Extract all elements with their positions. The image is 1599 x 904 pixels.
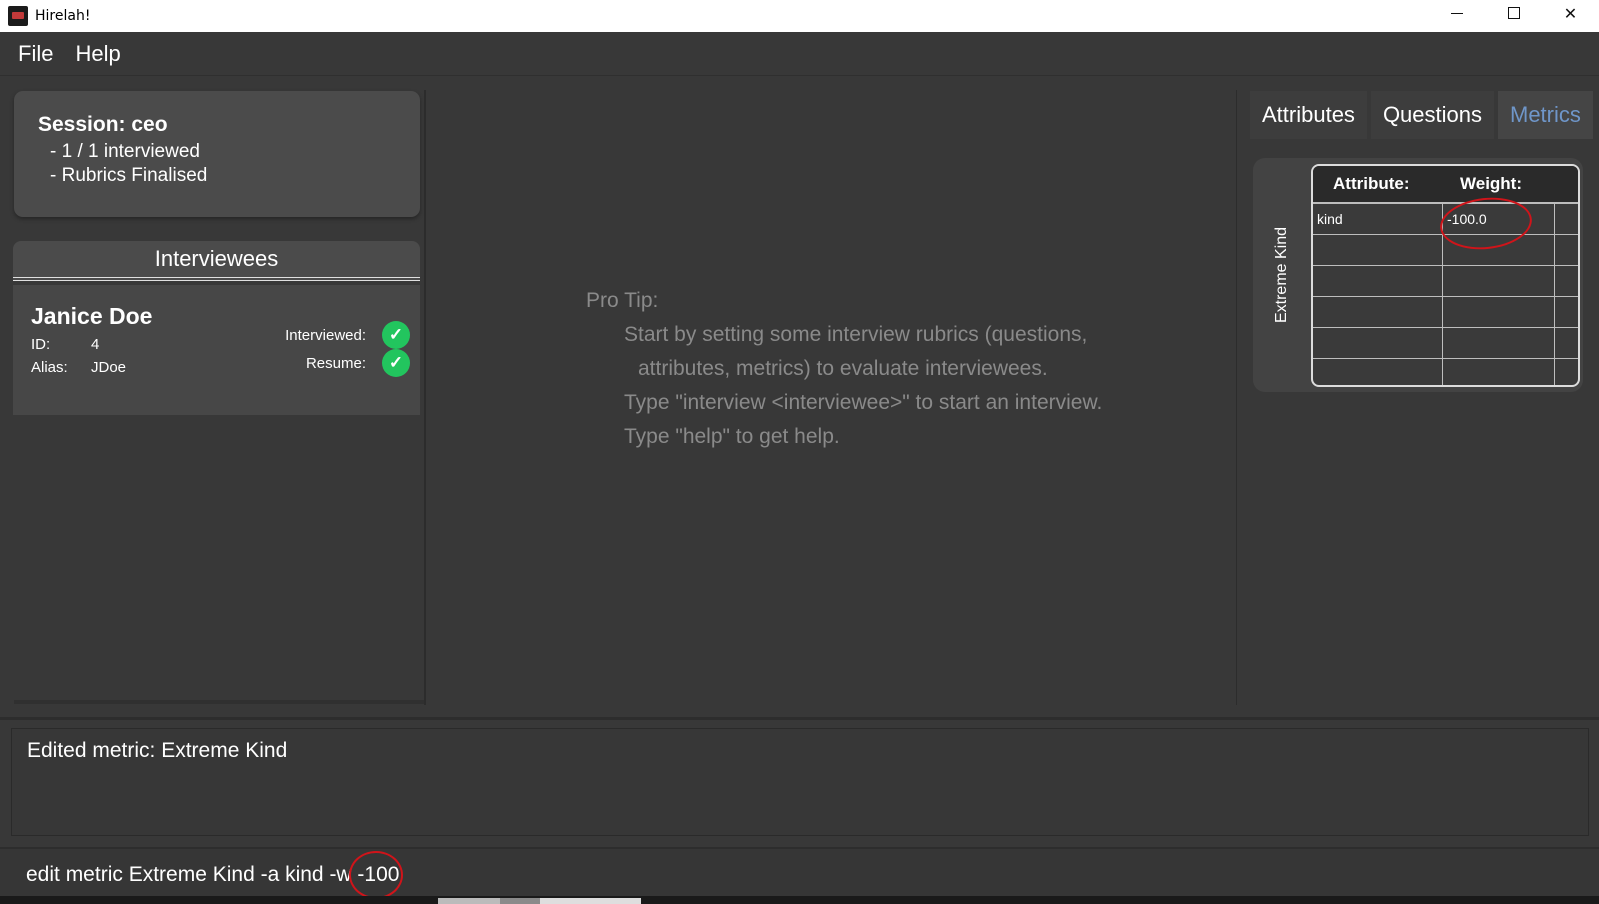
table-row [1313,297,1578,328]
interviewee-alias-label: Alias: [31,359,68,376]
interviewed-label: Interviewed: [285,326,366,344]
close-icon: ✕ [1563,3,1578,23]
minimize-button[interactable] [1428,0,1485,26]
table-row [1313,235,1578,266]
result-text: Edited metric: Extreme Kind [27,739,288,762]
interviewee-id: 4 [91,336,100,353]
tab-metrics[interactable]: Metrics [1498,91,1593,139]
app-icon [8,6,28,26]
window-title: Hirelah! [35,8,91,24]
taskbar-segment [438,898,500,904]
window-controls: ✕ [1428,0,1599,26]
menu-file[interactable]: File [18,41,53,67]
command-input[interactable] [26,863,1566,887]
resume-label: Resume: [305,354,366,372]
interviewee-id-label: ID: [31,336,51,353]
interviewee-alias: JDoe [91,359,127,376]
empty-cell [1313,266,1443,296]
metric-name-label: Extreme Kind [1264,158,1300,392]
interviewed-flag: Interviewed: ✓ [268,321,410,349]
tab-questions[interactable]: Questions [1370,91,1494,139]
maximize-icon [1507,7,1520,19]
close-button[interactable]: ✕ [1542,0,1599,26]
metric-name: Extreme Kind [1273,226,1291,324]
interviewee-card[interactable]: Janice Doe ID: 4 Alias: JDoe Interviewed… [13,285,420,415]
table-row [1313,328,1578,359]
session-title: Session: ceo [38,113,168,136]
left-pane-bottom-edge [14,700,424,704]
rubric-tabs: Attributes Questions Metrics [1250,91,1597,139]
maximize-button[interactable] [1485,0,1542,26]
command-annotation-circle [349,851,403,899]
taskbar-segment [540,898,641,904]
separator-line [0,717,1599,720]
interviewees-panel: Interviewees Janice Doe ID: 4 Alias: JDo… [13,241,420,705]
interviewees-header: Interviewees [13,241,420,281]
session-card: Session: ceo - 1 / 1 interviewed - Rubri… [14,91,420,217]
pro-tip-heading: Pro Tip: [586,289,659,312]
pro-tip: Pro Tip: Start by setting some interview… [586,284,1102,454]
session-rubrics: - Rubrics Finalised [50,165,208,186]
pro-tip-line-4: Type "help" to get help. [624,425,840,448]
pro-tip-line-1: Start by setting some interview rubrics … [624,323,1088,346]
session-interviewed: - 1 / 1 interviewed [50,141,200,162]
empty-cell [1443,266,1555,296]
metric-table-header: Attribute: Weight: [1313,166,1578,204]
empty-cell [1313,235,1443,265]
empty-cell [1313,359,1443,385]
right-pane-divider[interactable] [1236,90,1237,705]
left-pane-divider[interactable] [424,90,426,705]
column-weight: Weight: [1460,174,1523,193]
resume-flag: Resume: ✓ [268,349,410,377]
table-row [1313,266,1578,297]
pro-tip-line-3: Type "interview <interviewee>" to start … [624,391,1103,414]
column-attribute: Attribute: [1333,174,1410,193]
metric-table: Attribute: Weight: kind -100.0 [1311,164,1580,387]
empty-cell [1313,297,1443,327]
tab-attributes[interactable]: Attributes [1250,91,1367,139]
empty-cell [1443,359,1555,385]
result-display: Edited metric: Extreme Kind [11,728,1589,836]
menu-help[interactable]: Help [75,41,120,67]
check-icon: ✓ [382,349,410,377]
table-row [1313,359,1578,385]
check-icon: ✓ [382,321,410,349]
title-bar: Hirelah! ✕ [0,0,1599,32]
attribute-cell: kind [1313,204,1443,234]
empty-cell [1313,328,1443,358]
empty-cell [1443,328,1555,358]
interviewee-flags: Interviewed: ✓ Resume: ✓ [268,321,410,377]
pro-tip-line-2: attributes, metrics) to evaluate intervi… [638,357,1048,380]
minimize-icon [1450,12,1463,14]
taskbar-segment [500,898,540,904]
menu-bar: File Help [0,32,1599,76]
bottom-strip [0,896,1599,904]
empty-cell [1443,297,1555,327]
